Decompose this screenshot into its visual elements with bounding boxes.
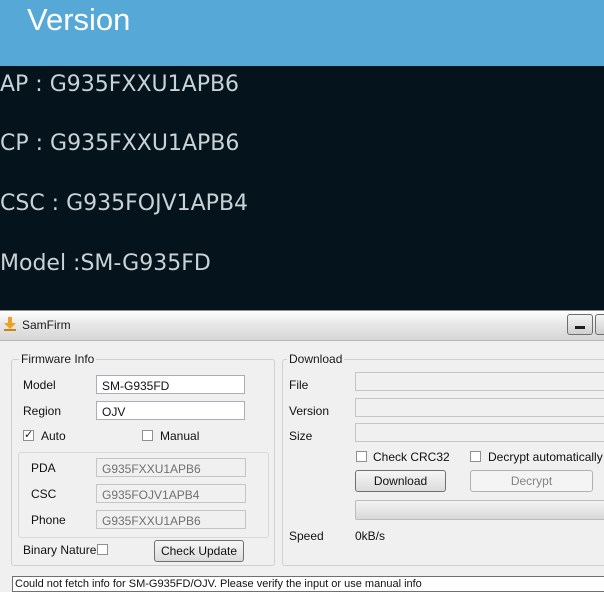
check-crc32-checkbox[interactable] [356, 451, 367, 462]
phone-version-screen: Version AP : G935FXXU1APB6 CP : G935FXXU… [0, 0, 604, 310]
cp-version-text: CP : G935FXXU1APB6 [0, 131, 240, 156]
ap-version-text: AP : G935FXXU1APB6 [0, 72, 240, 97]
binary-nature-checkbox[interactable] [97, 544, 108, 555]
samfirm-window: SamFirm Firmware Info Model Region Auto … [0, 310, 604, 592]
window-title: SamFirm [22, 318, 71, 332]
model-text: Model :SM-G935FD [0, 251, 211, 276]
window-titlebar[interactable]: SamFirm [0, 311, 604, 341]
csc-label: CSC [31, 487, 57, 501]
file-field [355, 372, 604, 391]
size-label: Size [289, 429, 313, 443]
minimize-button[interactable] [567, 314, 593, 335]
speed-label: Speed [289, 529, 324, 543]
region-input[interactable] [96, 401, 245, 420]
phone-header-bar: Version [0, 0, 604, 66]
model-input[interactable] [96, 375, 245, 394]
csc-input[interactable] [96, 484, 246, 503]
pda-input[interactable] [96, 458, 246, 477]
download-button[interactable]: Download [355, 470, 446, 492]
decrypt-button[interactable]: Decrypt [470, 470, 593, 492]
csc-version-text: CSC : G935FOJV1APB4 [0, 191, 249, 216]
version-label: Version [289, 404, 330, 418]
check-crc32-label: Check CRC32 [373, 450, 450, 464]
phone-label: Phone [31, 513, 66, 527]
binary-nature-label: Binary Nature [23, 543, 97, 557]
firmware-info-legend: Firmware Info [19, 352, 97, 366]
phone-input[interactable] [96, 510, 246, 529]
auto-label: Auto [41, 429, 66, 443]
phone-title: Version [27, 2, 131, 37]
model-label: Model [23, 378, 56, 392]
manual-label: Manual [160, 429, 200, 443]
size-field [355, 423, 604, 442]
region-label: Region [23, 404, 62, 418]
manual-checkbox[interactable] [142, 430, 153, 441]
check-update-button[interactable]: Check Update [154, 540, 244, 562]
version-field [355, 398, 604, 417]
status-log: Could not fetch info for SM-G935FD/OJV. … [12, 576, 604, 592]
maximize-button[interactable] [595, 314, 604, 335]
file-label: File [289, 378, 309, 392]
pda-label: PDA [31, 461, 56, 475]
speed-value: 0kB/s [355, 529, 386, 543]
decrypt-auto-checkbox[interactable] [470, 451, 481, 462]
download-progress-bar [355, 500, 604, 520]
decrypt-auto-label: Decrypt automatically [488, 450, 603, 464]
auto-checkbox[interactable] [23, 428, 34, 441]
download-arrow-icon [4, 317, 16, 331]
download-legend: Download [287, 352, 345, 366]
